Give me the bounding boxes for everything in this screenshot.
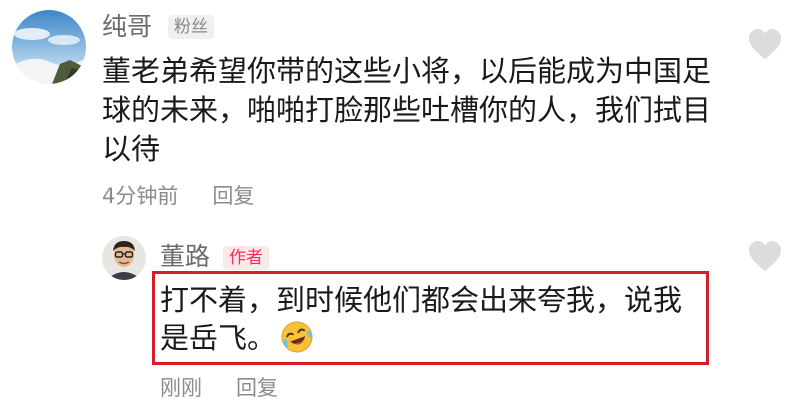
- fan-badge: 粉丝: [168, 15, 214, 39]
- heart-icon[interactable]: [748, 240, 782, 272]
- reply-username[interactable]: 董路: [160, 244, 210, 269]
- landscape-avatar-image: [12, 10, 86, 84]
- reply-meta: 刚刚 回复: [160, 378, 278, 399]
- comment-username[interactable]: 纯哥: [102, 14, 152, 39]
- reply-text-block: 打不着，到时候他们都会出来夸我，说我是岳飞。: [160, 281, 706, 357]
- laughing-crying-emoji-icon: [281, 321, 313, 353]
- author-badge: 作者: [223, 246, 269, 270]
- heart-icon[interactable]: [748, 28, 782, 60]
- avatar[interactable]: [12, 10, 86, 84]
- person-avatar-image: [102, 236, 146, 280]
- comment-meta: 4分钟前 回复: [102, 186, 254, 207]
- comment-text: 董老弟希望你带的这些小将，以后能成为中国足球的未来，啪啪打脸那些吐槽你的人，我们…: [102, 54, 712, 166]
- reply-reply-button[interactable]: 回复: [236, 378, 278, 399]
- reply-avatar[interactable]: [102, 236, 146, 280]
- comment-reply-button[interactable]: 回复: [212, 186, 254, 207]
- reply-time: 刚刚: [160, 376, 202, 400]
- reply-text: 打不着，到时候他们都会出来夸我，说我是岳飞。: [160, 283, 683, 355]
- comment-time: 4分钟前: [102, 184, 179, 208]
